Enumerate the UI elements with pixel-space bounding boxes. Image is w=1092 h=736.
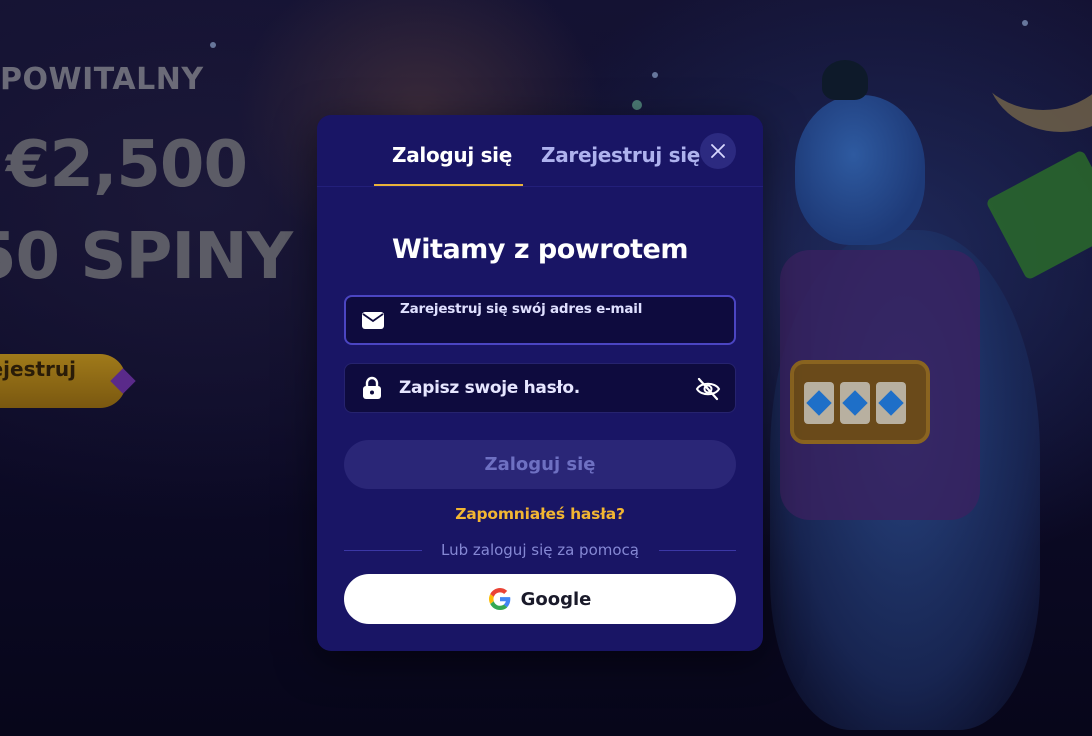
close-button[interactable] bbox=[700, 133, 736, 169]
email-input[interactable] bbox=[400, 319, 720, 339]
active-tab-indicator bbox=[374, 184, 523, 186]
auth-tabs: Zaloguj się Zarejestruj się bbox=[317, 115, 763, 187]
login-modal: Zaloguj się Zarejestruj się Witamy z pow… bbox=[317, 115, 763, 651]
email-field[interactable]: Zarejestruj się swój adres e-mail bbox=[344, 295, 736, 345]
email-field-label: Zarejestruj się swój adres e-mail bbox=[400, 301, 643, 317]
promo-spins: 50 SPINY bbox=[0, 220, 293, 294]
promo-subtitle: POWITALNY bbox=[0, 62, 204, 97]
password-field[interactable] bbox=[344, 363, 736, 413]
star-decoration bbox=[652, 72, 658, 78]
google-login-label: Google bbox=[520, 588, 592, 610]
modal-title: Witamy z powrotem bbox=[392, 234, 688, 265]
lock-icon bbox=[363, 376, 381, 399]
envelope-icon bbox=[362, 312, 384, 329]
forgot-password-link[interactable]: Zapomniałeś hasła? bbox=[317, 505, 763, 523]
divider-line bbox=[659, 550, 736, 551]
eye-off-icon[interactable] bbox=[695, 376, 721, 402]
slot-reel bbox=[804, 382, 834, 424]
promo-amount: €2,500 bbox=[6, 128, 248, 202]
tab-register[interactable]: Zarejestruj się bbox=[541, 143, 700, 167]
slot-reel bbox=[876, 382, 906, 424]
google-icon bbox=[488, 588, 510, 610]
diamond-icon bbox=[842, 390, 868, 416]
diamond-icon bbox=[878, 390, 904, 416]
promo-register-button[interactable]: Zarejestruj się bbox=[0, 354, 126, 408]
google-login-button[interactable]: Google bbox=[344, 574, 736, 624]
star-decoration bbox=[632, 100, 642, 110]
star-decoration bbox=[210, 42, 216, 48]
login-submit-button[interactable]: Zaloguj się bbox=[344, 440, 736, 489]
close-icon bbox=[711, 144, 725, 158]
genie-head bbox=[795, 95, 925, 245]
password-input[interactable] bbox=[399, 364, 679, 412]
slot-machine-illustration bbox=[790, 360, 930, 444]
genie-hair bbox=[822, 60, 868, 100]
star-decoration bbox=[1022, 20, 1028, 26]
tab-login[interactable]: Zaloguj się bbox=[392, 143, 512, 167]
diamond-icon bbox=[806, 390, 832, 416]
slot-reel bbox=[840, 382, 870, 424]
promo-register-label: Zarejestruj się bbox=[0, 357, 76, 381]
